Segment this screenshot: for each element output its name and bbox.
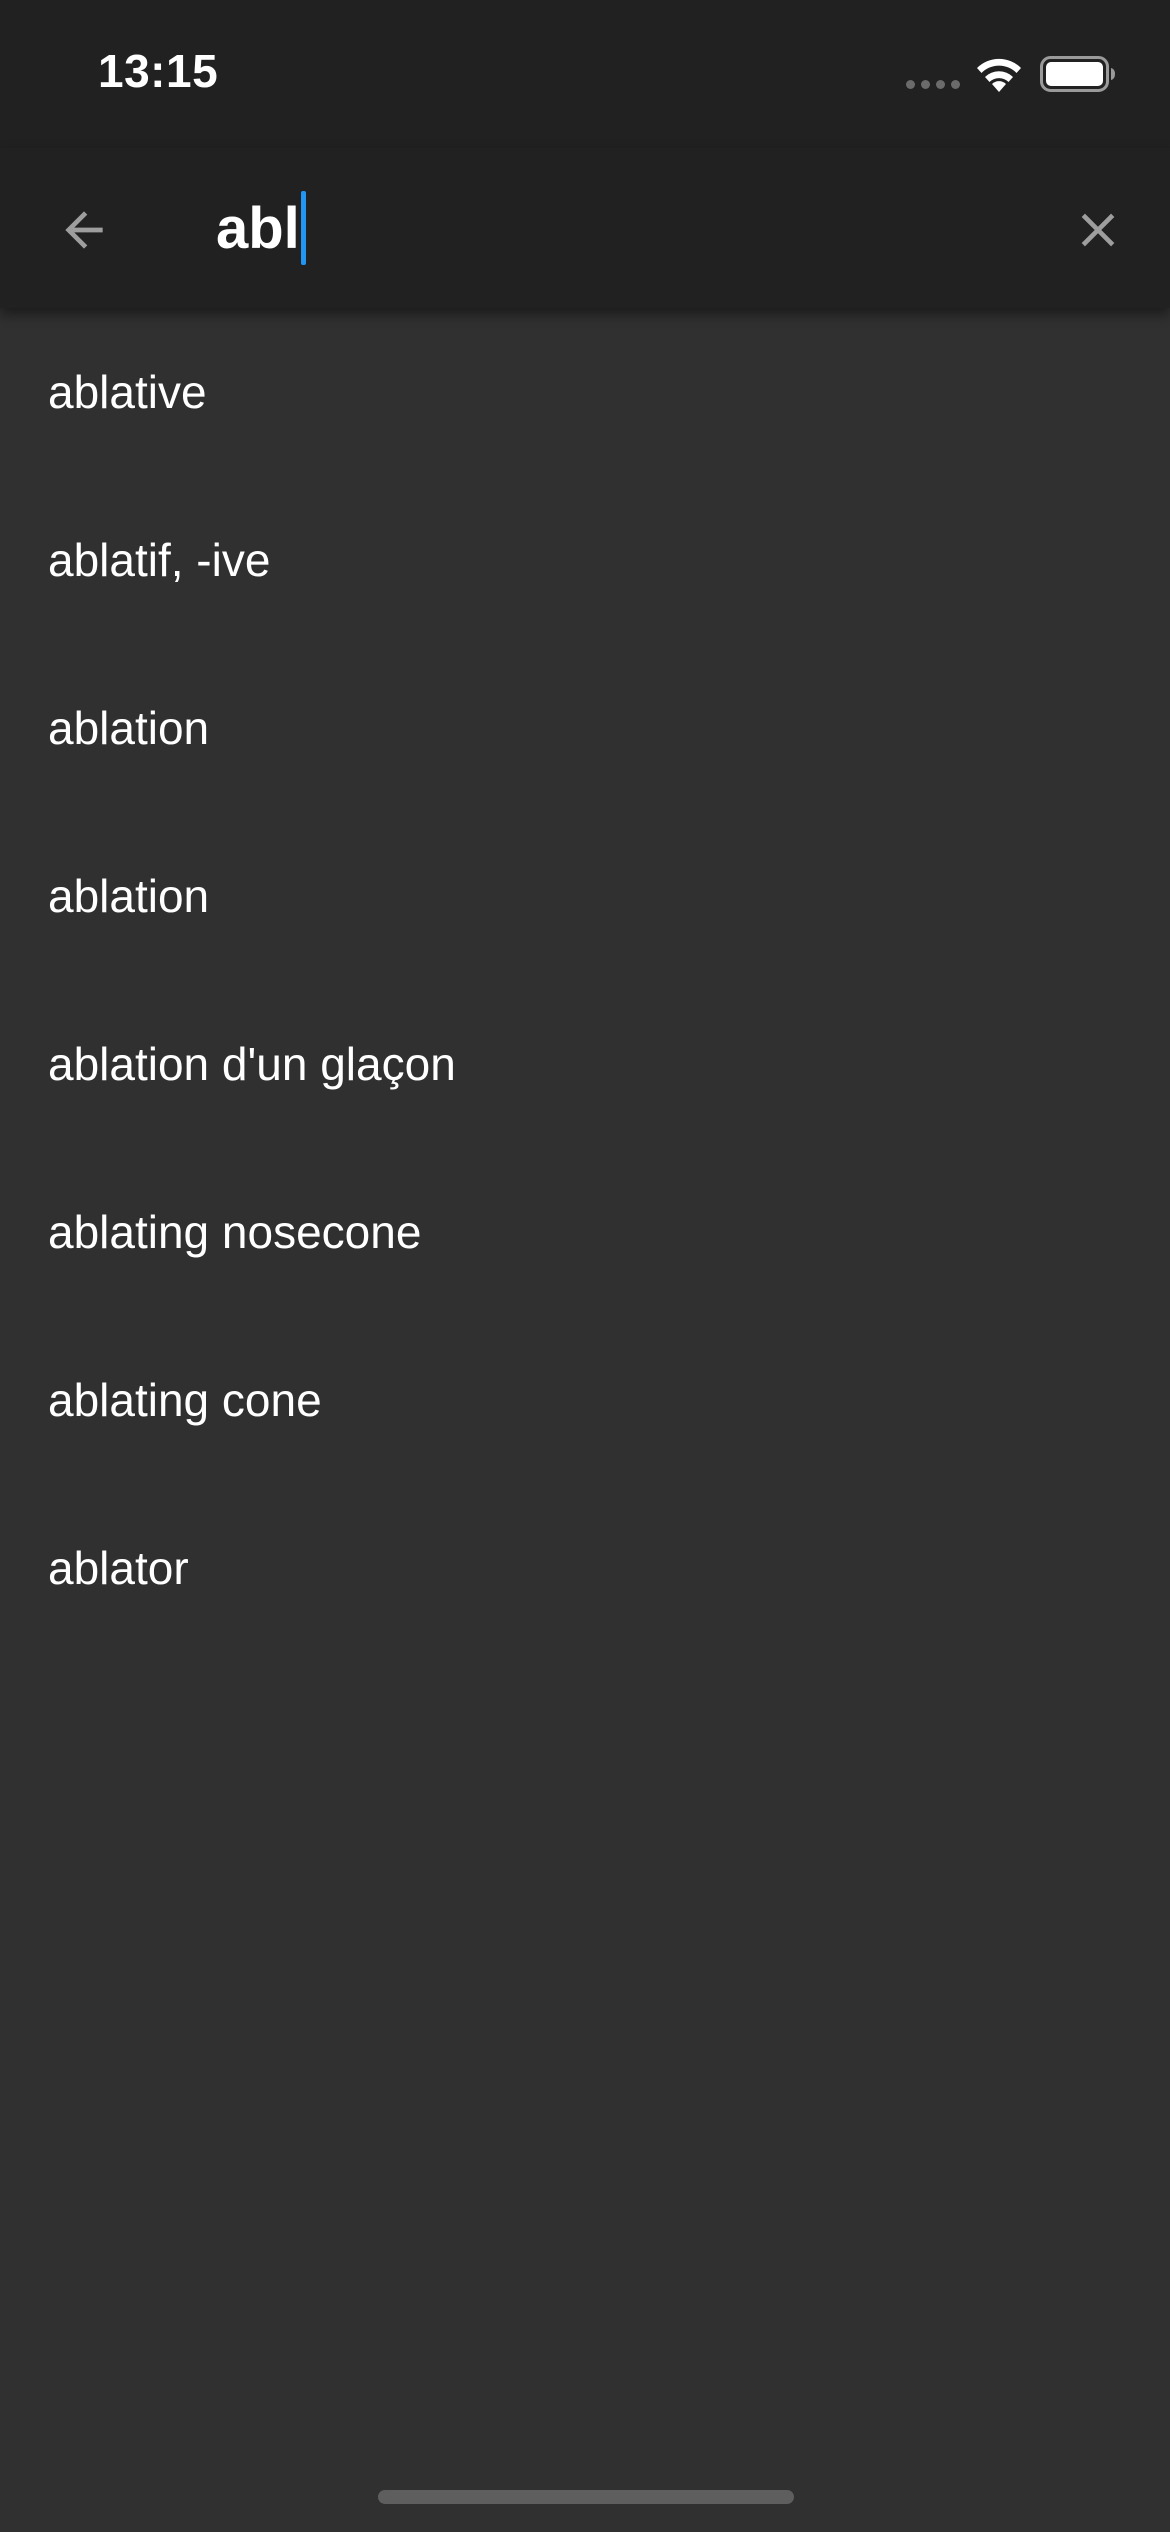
dictionary-search-screen: 13:15 abl ablative ablatif, -ive ablatio… xyxy=(0,0,1170,2532)
search-results-list: ablative ablatif, -ive ablation ablation… xyxy=(0,308,1170,1652)
home-indicator[interactable] xyxy=(378,2490,794,2504)
arrow-left-icon xyxy=(65,211,103,249)
list-item[interactable]: ablation xyxy=(0,812,1170,980)
status-bar: 13:15 xyxy=(0,0,1170,148)
clear-search-button[interactable] xyxy=(1050,182,1146,278)
signal-dots-icon xyxy=(906,80,960,90)
list-item[interactable]: ablation xyxy=(0,644,1170,812)
back-button[interactable] xyxy=(36,182,132,278)
close-icon xyxy=(1081,213,1115,247)
search-app-bar: abl xyxy=(0,148,1170,308)
result-label: ablation xyxy=(48,870,210,922)
result-label: ablation d'un glaçon xyxy=(48,1038,456,1090)
list-item[interactable]: ablatif, -ive xyxy=(0,476,1170,644)
list-item[interactable]: ablation d'un glaçon xyxy=(0,980,1170,1148)
list-item[interactable]: ablating nosecone xyxy=(0,1148,1170,1316)
result-label: ablative xyxy=(48,366,207,418)
list-item[interactable]: ablative xyxy=(0,308,1170,476)
list-item[interactable]: ablator xyxy=(0,1484,1170,1652)
search-input[interactable]: abl xyxy=(216,176,1016,280)
wifi-icon xyxy=(977,58,1021,92)
result-label: ablation xyxy=(48,702,210,754)
search-input-value[interactable]: abl xyxy=(216,195,300,262)
battery-icon xyxy=(1040,56,1115,92)
list-item[interactable]: ablating cone xyxy=(0,1316,1170,1484)
text-caret xyxy=(300,191,306,265)
result-label: ablator xyxy=(48,1542,189,1594)
result-label: ablating cone xyxy=(48,1374,322,1426)
result-label: ablatif, -ive xyxy=(48,534,271,586)
result-label: ablating nosecone xyxy=(48,1206,422,1258)
status-time: 13:15 xyxy=(98,45,219,97)
